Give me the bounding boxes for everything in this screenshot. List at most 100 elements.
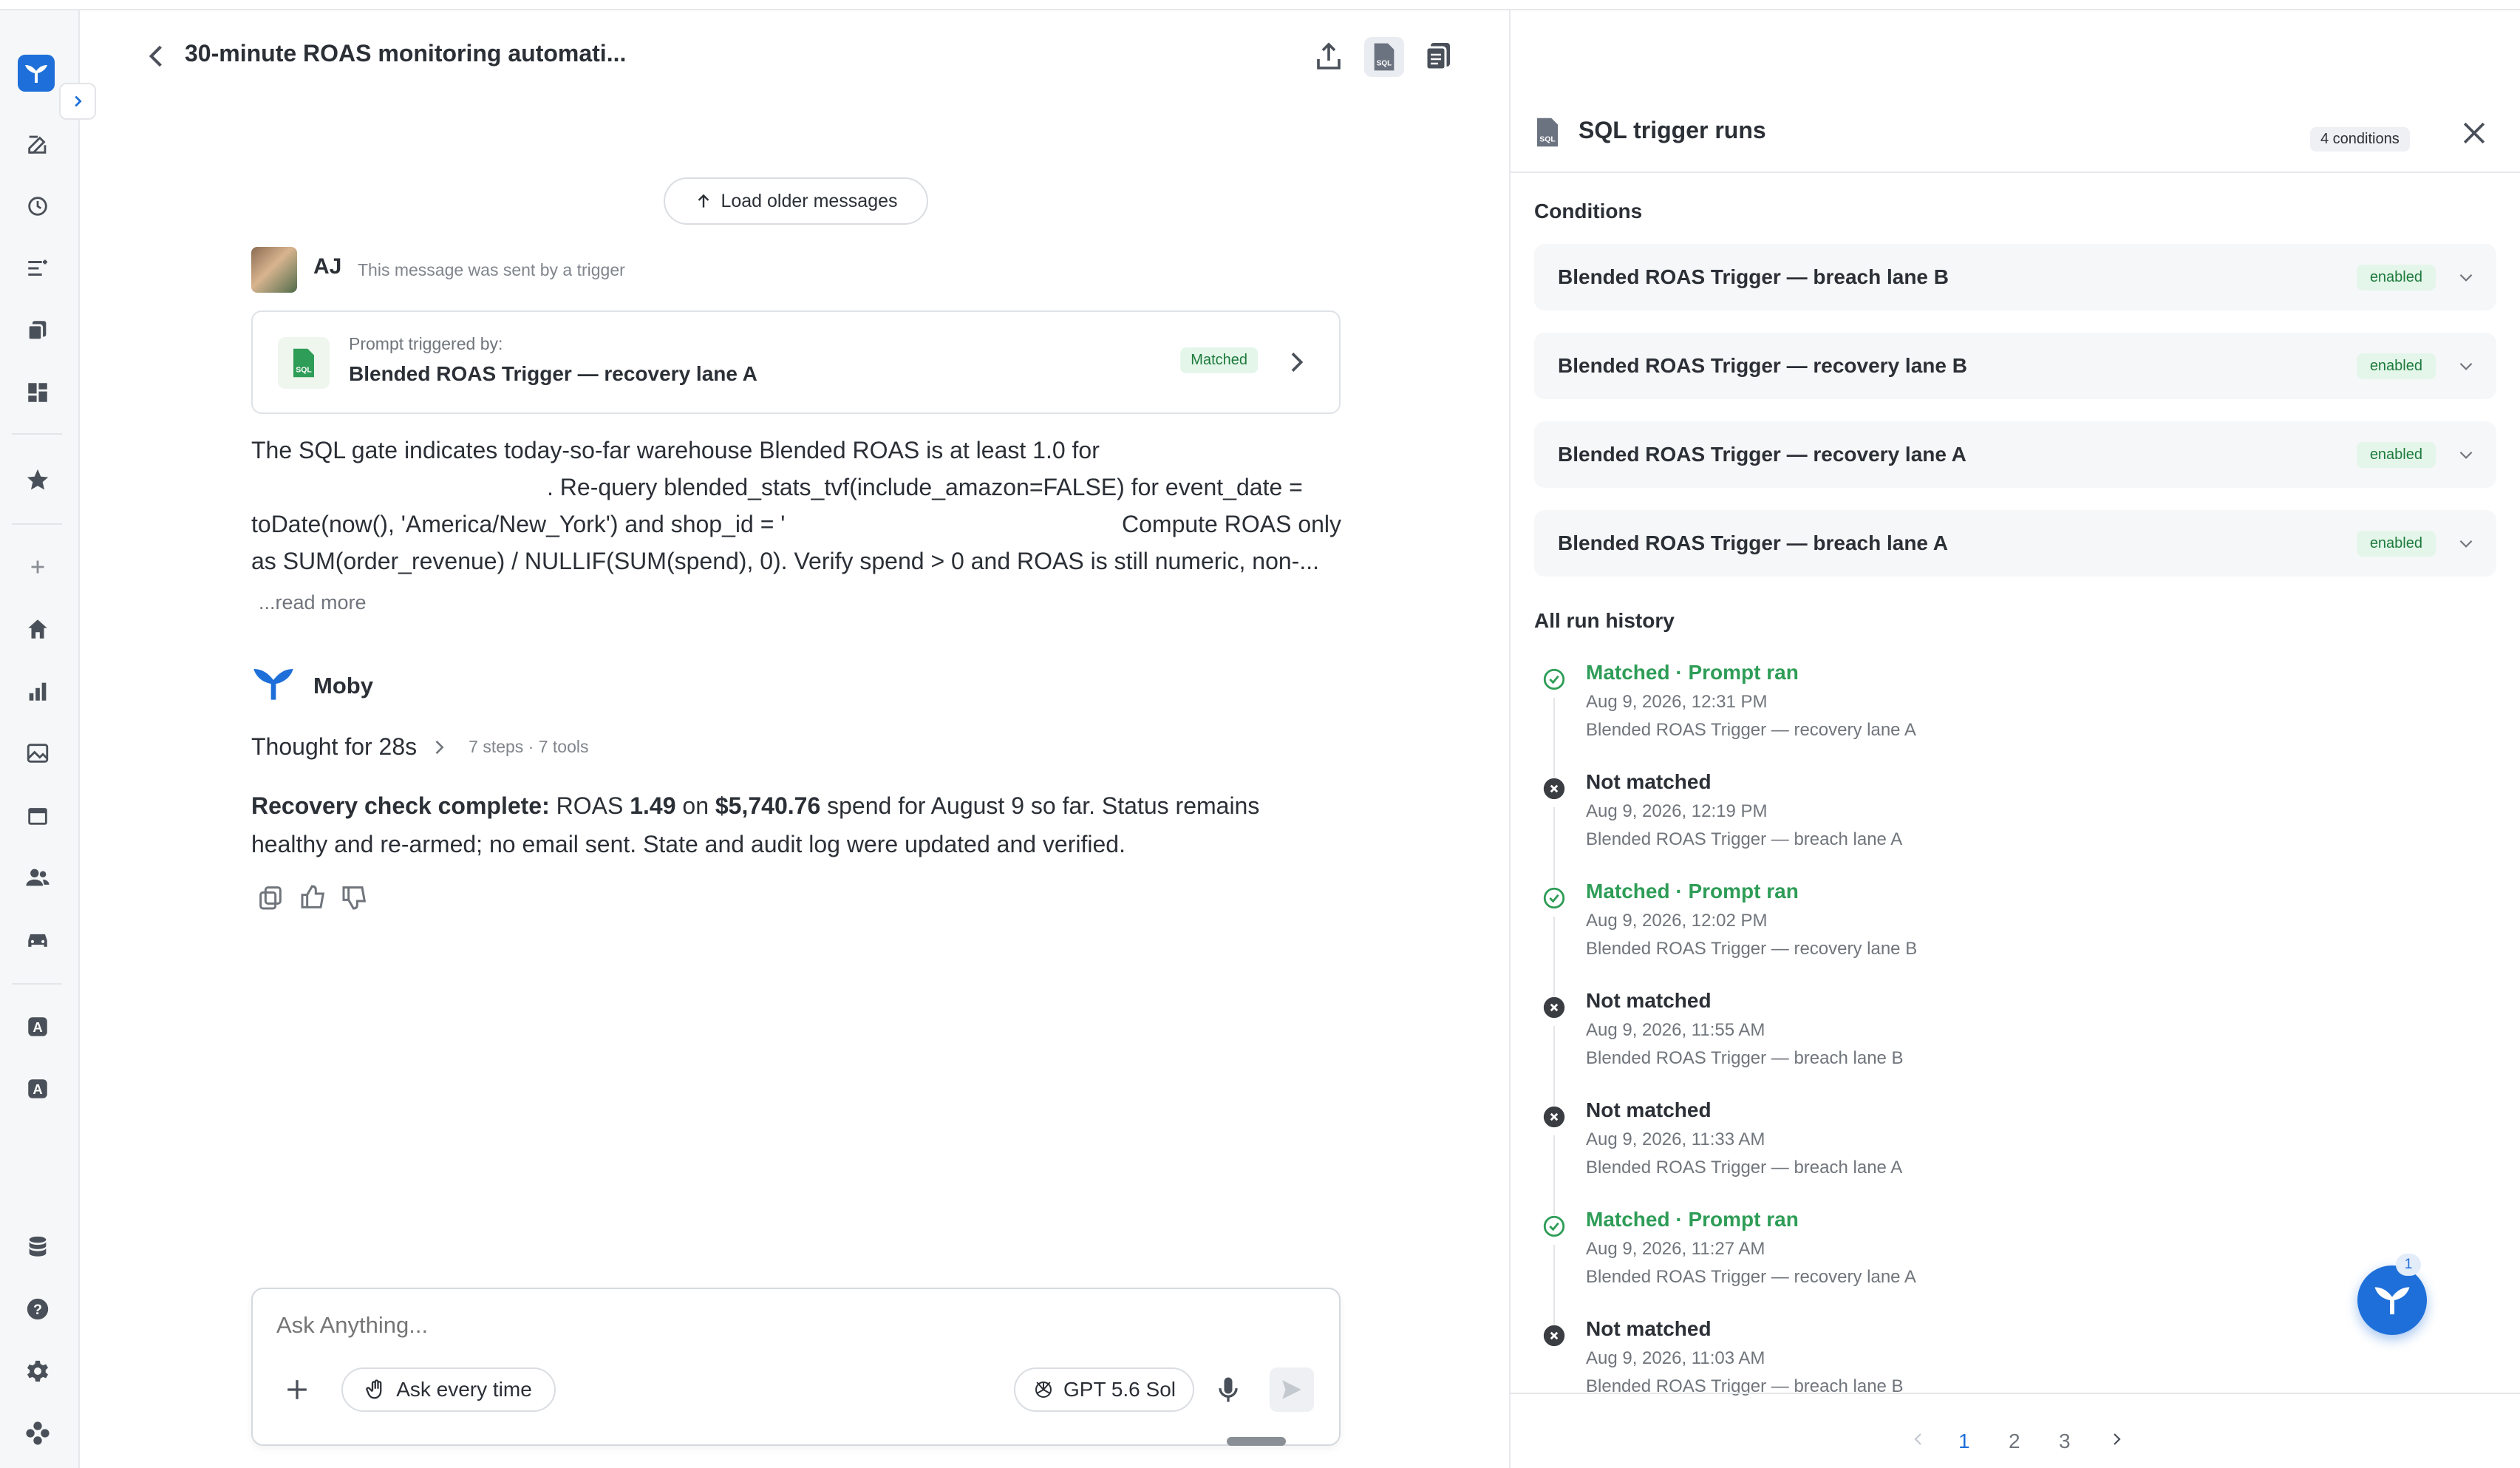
history-icon[interactable] — [22, 191, 53, 222]
page-1[interactable]: 1 — [1958, 1430, 1970, 1453]
run-history-item[interactable]: Matched · Prompt ran Aug 9, 2026, 12:31 P… — [1534, 656, 2495, 778]
trigger-card[interactable]: SQL Prompt triggered by: Blended ROAS Tr… — [251, 310, 1341, 414]
run-history-item[interactable]: Not matched Aug 9, 2026, 11:33 AM Blended … — [1534, 1094, 2495, 1215]
run-history-item[interactable]: Matched · Prompt ran Aug 9, 2026, 11:27 A… — [1534, 1203, 2495, 1325]
run-status: Not matched — [1586, 1098, 1712, 1121]
run-trigger-name: Blended ROAS Trigger — breach lane A — [1586, 1158, 1903, 1178]
send-button[interactable] — [1270, 1367, 1314, 1412]
run-date: Aug 9, 2026, 11:55 AM — [1586, 1020, 1765, 1040]
condition-row[interactable]: Blended ROAS Trigger — recovery lane B e… — [1534, 333, 2496, 399]
a-app-icon[interactable]: A — [22, 1011, 53, 1042]
share-icon[interactable] — [1311, 38, 1346, 74]
x-circle-icon — [1543, 778, 1565, 800]
run-history-item[interactable]: Not matched Aug 9, 2026, 12:19 PM Blended … — [1534, 766, 2495, 887]
help-icon[interactable]: ? — [22, 1294, 53, 1325]
conversation-title: 30-minute ROAS monitoring automati... — [185, 40, 627, 67]
fab-badge: 1 — [2396, 1254, 2421, 1276]
run-date: Aug 9, 2026, 11:27 AM — [1586, 1239, 1765, 1259]
copies-icon[interactable] — [22, 315, 53, 346]
run-history-item[interactable]: Not matched Aug 9, 2026, 11:03 AM Blended … — [1534, 1313, 2495, 1399]
condition-row[interactable]: Blended ROAS Trigger — recovery lane A e… — [1534, 421, 2496, 488]
x-circle-icon — [1543, 1325, 1565, 1347]
dashboard-icon[interactable] — [22, 377, 53, 408]
model-selector[interactable]: GPT 5.6 Sol — [1014, 1367, 1194, 1412]
a-app-2-icon[interactable]: A — [22, 1073, 53, 1104]
matched-badge: Matched — [1180, 347, 1258, 373]
next-page-button[interactable] — [2108, 1430, 2125, 1453]
assistant-message: Recovery check complete: ROAS 1.49 on $5… — [251, 786, 1345, 863]
svg-text:SQL: SQL — [296, 365, 312, 374]
user-initials: AJ — [313, 254, 342, 279]
database-icon[interactable] — [22, 1231, 53, 1263]
x-circle-icon — [1543, 996, 1565, 1019]
home-icon[interactable] — [22, 614, 53, 645]
sidebar-divider — [12, 433, 62, 435]
users-icon[interactable] — [22, 862, 53, 893]
history-heading: All run history — [1534, 609, 1675, 632]
add-attachment-button[interactable] — [281, 1373, 313, 1406]
trigger-note: This message was sent by a trigger — [358, 260, 625, 279]
conditions-count-badge: 4 conditions — [2310, 127, 2410, 152]
sql-trigger-panel: SQL SQL trigger runs 4 conditions Condit… — [1511, 10, 2520, 1468]
moby-logo-icon — [251, 665, 296, 702]
send-icon — [1282, 1380, 1301, 1399]
chevron-down-icon — [2459, 362, 2473, 370]
copy-icon[interactable] — [256, 883, 285, 912]
scroll-handle[interactable] — [1227, 1437, 1286, 1446]
logo-icon[interactable] — [18, 55, 55, 92]
assistant-fab[interactable]: 1 — [2357, 1254, 2427, 1335]
enabled-badge: enabled — [2356, 264, 2436, 290]
integrations-icon[interactable] — [22, 1418, 53, 1449]
prev-page-button[interactable] — [1910, 1430, 1927, 1453]
panel-header-divider — [1511, 171, 2520, 173]
avatar — [251, 247, 297, 293]
thumbs-up-icon[interactable] — [299, 883, 328, 912]
notes-icon[interactable] — [1420, 38, 1456, 74]
chevron-down-icon — [2459, 451, 2473, 459]
assistant-line-1: Recovery check complete: ROAS 1.49 on $5… — [251, 792, 1260, 819]
assistant-name: Moby — [313, 673, 373, 699]
new-chat-icon[interactable] — [22, 129, 53, 160]
microphone-icon[interactable] — [1212, 1373, 1244, 1406]
settings-icon[interactable] — [22, 1356, 53, 1387]
back-button[interactable] — [140, 40, 173, 72]
composer: Ask every time GPT 5.6 Sol — [251, 1288, 1341, 1446]
plus-icon[interactable] — [22, 551, 53, 582]
filters-icon[interactable] — [22, 253, 53, 284]
star-icon[interactable] — [22, 464, 53, 495]
image-icon[interactable] — [22, 738, 53, 769]
moby-icon — [2374, 1287, 2410, 1315]
expand-sidebar-button[interactable] — [59, 83, 96, 120]
svg-text:SQL: SQL — [1377, 60, 1392, 68]
chevron-down-icon — [2459, 540, 2473, 548]
enabled-badge: enabled — [2356, 353, 2436, 379]
sidebar: A A ? — [0, 10, 80, 1468]
enabled-badge: enabled — [2356, 530, 2436, 557]
check-circle-icon — [1543, 887, 1565, 909]
permission-button[interactable]: Ask every time — [341, 1367, 556, 1412]
message-line: The SQL gate indicates today-so-far ware… — [251, 437, 1100, 463]
sql-file-icon[interactable]: SQL — [1364, 37, 1404, 77]
load-older-button[interactable]: Load older messages — [664, 177, 928, 225]
run-trigger-name: Blended ROAS Trigger — recovery lane A — [1586, 1267, 1916, 1287]
run-history-item[interactable]: Not matched Aug 9, 2026, 11:55 AM Blended … — [1534, 985, 2495, 1106]
close-icon[interactable] — [2458, 117, 2490, 149]
chevron-down-icon — [2459, 273, 2473, 282]
message-input[interactable] — [276, 1307, 1296, 1344]
condition-row[interactable]: Blended ROAS Trigger — breach lane B ena… — [1534, 244, 2496, 310]
run-history-item[interactable]: Matched · Prompt ran Aug 9, 2026, 12:02 P… — [1534, 875, 2495, 996]
page-3[interactable]: 3 — [2059, 1430, 2071, 1453]
calendar-icon[interactable] — [22, 800, 53, 831]
sql-file-icon: SQL — [1534, 117, 1561, 148]
car-icon[interactable] — [22, 924, 53, 955]
enabled-badge: enabled — [2356, 441, 2436, 468]
page-2[interactable]: 2 — [2009, 1430, 2020, 1453]
thought-toggle[interactable]: Thought for 28s 7 steps · 7 tools — [251, 733, 589, 761]
chart-icon[interactable] — [22, 676, 53, 707]
run-date: Aug 9, 2026, 12:02 PM — [1586, 911, 1768, 931]
pagination-divider — [1511, 1393, 2520, 1394]
condition-row[interactable]: Blended ROAS Trigger — breach lane A ena… — [1534, 510, 2496, 577]
run-status: Matched · Prompt ran — [1586, 661, 1799, 684]
read-more-link[interactable]: ...read more — [259, 591, 367, 614]
thumbs-down-icon[interactable] — [340, 883, 370, 912]
